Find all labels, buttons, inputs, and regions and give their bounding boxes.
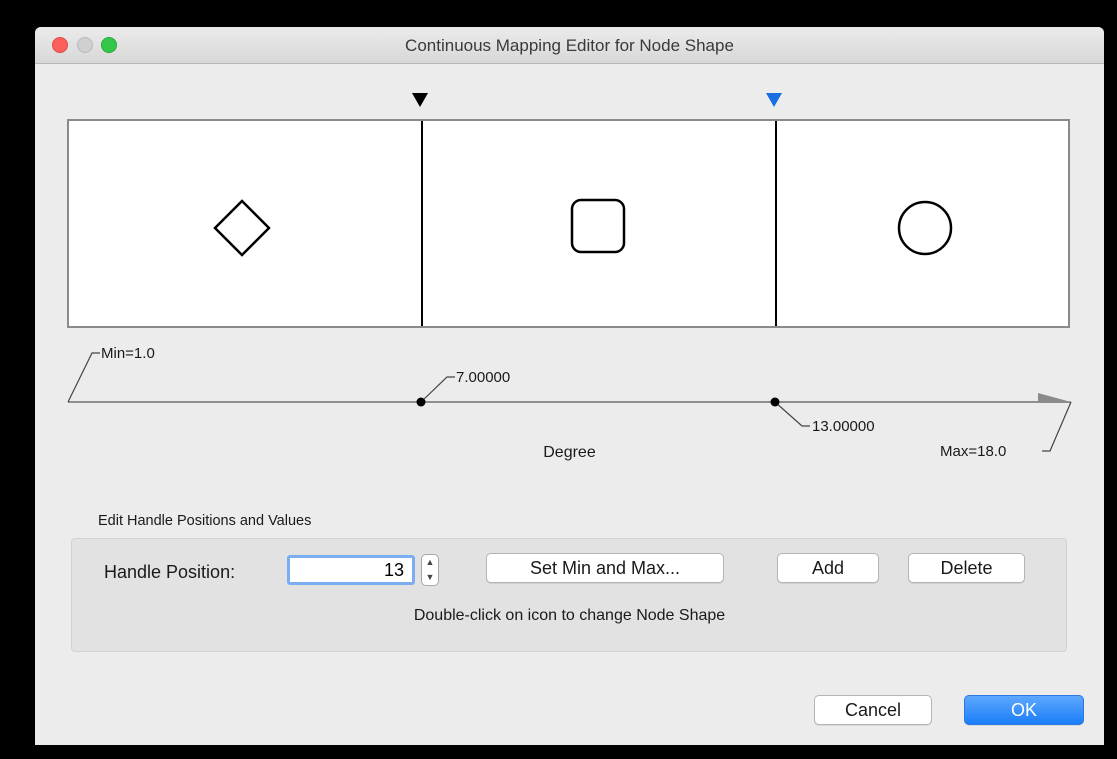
handle-1-value-label: 7.00000	[456, 369, 511, 386]
window-title: Continuous Mapping Editor for Node Shape	[405, 36, 734, 55]
add-handle-button[interactable]: Add	[777, 553, 879, 583]
stepper-up-icon[interactable]: ▲	[422, 555, 438, 570]
set-min-max-button[interactable]: Set Min and Max...	[486, 553, 724, 583]
handle-position-input[interactable]	[287, 555, 415, 585]
handle-position-stepper[interactable]: ▲ ▼	[421, 554, 439, 586]
shape-region-1[interactable]	[69, 121, 421, 326]
mapping-panel	[67, 119, 1070, 328]
circle-icon[interactable]	[896, 199, 954, 257]
handle-marker-2-selected[interactable]	[766, 93, 782, 107]
handle-1-leader-line	[420, 376, 455, 403]
handle-point-1	[416, 397, 426, 407]
handle-2-value-label: 13.00000	[812, 418, 875, 435]
min-label: Min=1.0	[101, 345, 155, 362]
hint-text: Double-click on icon to change Node Shap…	[413, 607, 726, 624]
shape-region-3[interactable]	[777, 121, 1068, 326]
handle-2-leader-line	[774, 401, 810, 427]
stepper-down-icon[interactable]: ▼	[422, 570, 438, 585]
handle-position-label: Handle Position:	[104, 562, 236, 582]
cancel-button[interactable]: Cancel	[814, 695, 932, 725]
title-bar[interactable]: Continuous Mapping Editor for Node Shape	[35, 27, 1104, 64]
axis-title: Degree	[543, 444, 596, 461]
handle-marker-1[interactable]	[412, 93, 428, 107]
edit-section-label: Edit Handle Positions and Values	[98, 513, 312, 529]
min-leader-line	[67, 352, 100, 403]
ok-button[interactable]: OK	[964, 695, 1084, 725]
delete-handle-button[interactable]: Delete	[908, 553, 1025, 583]
axis-arrow-icon	[1038, 393, 1071, 402]
shape-region-2[interactable]	[423, 121, 775, 326]
dialog-window: Continuous Mapping Editor for Node Shape	[35, 27, 1104, 745]
rounded-square-icon[interactable]	[570, 198, 626, 254]
diamond-icon[interactable]	[213, 199, 271, 257]
handle-point-2	[770, 397, 780, 407]
